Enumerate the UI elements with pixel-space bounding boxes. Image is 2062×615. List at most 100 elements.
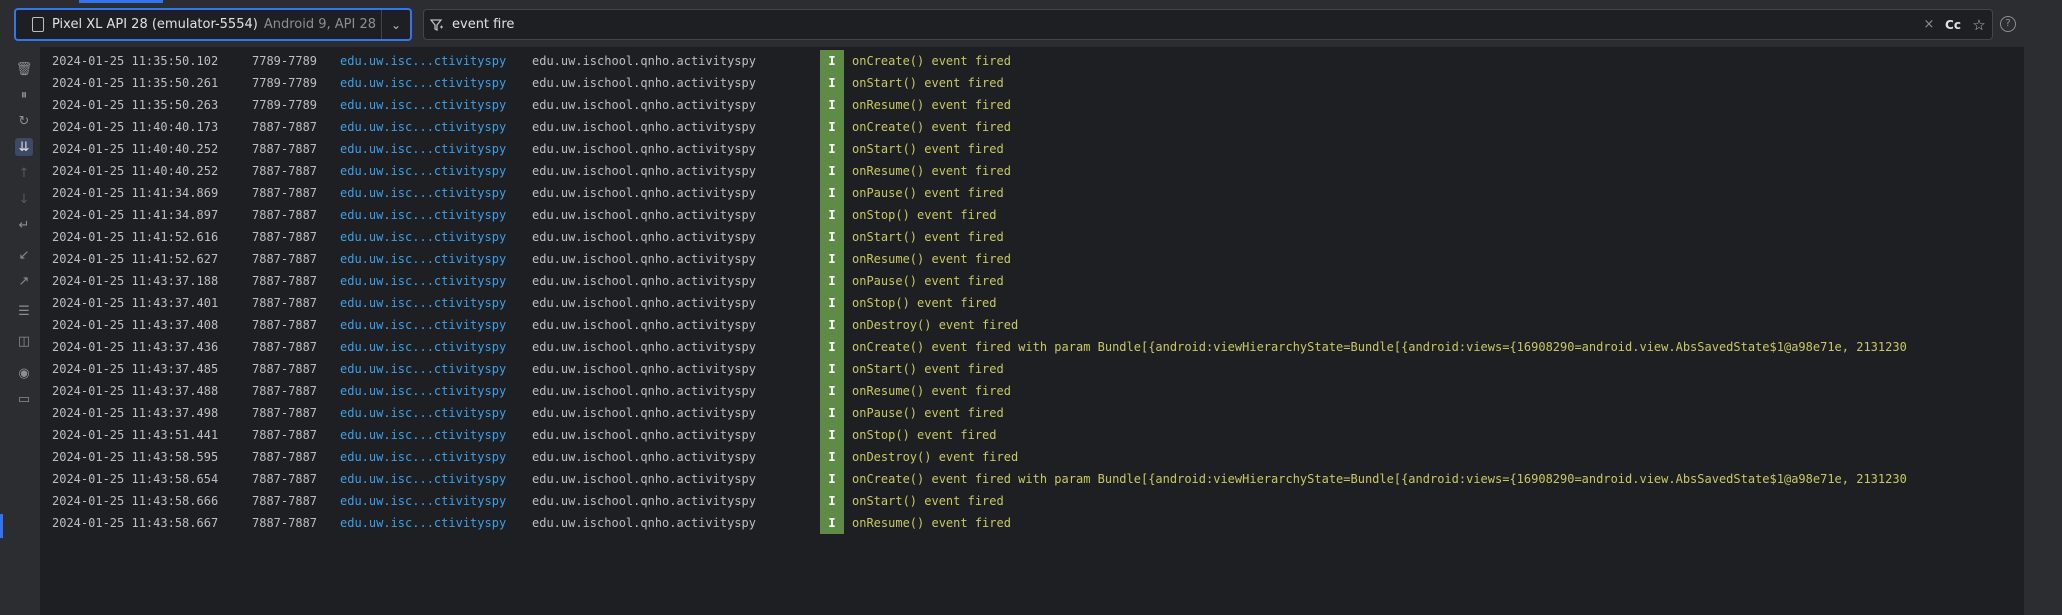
filter-query[interactable]: event fire xyxy=(452,17,1918,32)
restart-button[interactable]: ↻ xyxy=(15,112,33,130)
device-name: Pixel XL API 28 (emulator-5554) xyxy=(52,17,258,32)
split-panels-button[interactable]: ◫ xyxy=(15,332,33,350)
log-package: edu.uw.ischool.qnho.activityspy xyxy=(532,76,756,90)
log-pid: 7789-7789 xyxy=(252,98,318,112)
filter-input[interactable]: event fire × Cc ☆ xyxy=(423,9,1993,40)
log-row[interactable]: 2024-01-25 11:41:52.616 7887-7887 edu.uw.i… xyxy=(40,226,2024,248)
log-row[interactable]: 2024-01-25 11:35:50.261 7789-7789 edu.uw.i… xyxy=(40,72,2024,94)
log-row[interactable]: 2024-01-25 11:43:51.441 7887-7887 edu.uw.i… xyxy=(40,424,2024,446)
log-row[interactable]: 2024-01-25 11:43:58.667 7887-7887 edu.uw.i… xyxy=(40,512,2024,534)
log-timestamp: 2024-01-25 11:43:58.595 xyxy=(52,450,219,464)
video-icon: ▭ xyxy=(17,391,31,407)
logcat-toolbar: 🗑 ⏸ ↻ ⇊ ↑ ↓ ↵ ↙ ↗ ☰ ◫ ◉ ▭ xyxy=(8,47,41,615)
log-row[interactable]: 2024-01-25 11:43:37.485 7887-7887 edu.uw.i… xyxy=(40,358,2024,380)
chevron-down-icon[interactable]: ⌄ xyxy=(381,10,410,39)
log-row[interactable]: 2024-01-25 11:41:52.627 7887-7887 edu.uw.i… xyxy=(40,248,2024,270)
log-level-badge: I xyxy=(820,292,844,314)
log-package: edu.uw.ischool.qnho.activityspy xyxy=(532,274,756,288)
log-message: onStop() event fired xyxy=(852,208,997,222)
format-button[interactable]: ☰ xyxy=(15,302,33,320)
log-level-badge: I xyxy=(820,226,844,248)
log-tag: edu.uw.isc...ctivityspy xyxy=(340,406,507,420)
log-message: onResume() event fired xyxy=(852,252,1011,266)
log-row[interactable]: 2024-01-25 11:43:37.401 7887-7887 edu.uw.i… xyxy=(40,292,2024,314)
log-package: edu.uw.ischool.qnho.activityspy xyxy=(532,186,756,200)
export-button[interactable]: ↗ xyxy=(15,272,33,290)
log-message: onStart() event fired xyxy=(852,230,1004,244)
log-row[interactable]: 2024-01-25 11:40:40.252 7887-7887 edu.uw.i… xyxy=(40,160,2024,182)
log-row[interactable]: 2024-01-25 11:43:37.498 7887-7887 edu.uw.i… xyxy=(40,402,2024,424)
pause-icon: ⏸ xyxy=(20,87,28,103)
log-row[interactable]: 2024-01-25 11:35:50.102 7789-7789 edu.uw.i… xyxy=(40,50,2024,72)
log-tag: edu.uw.isc...ctivityspy xyxy=(340,362,507,376)
log-pid: 7887-7887 xyxy=(252,472,318,486)
screenshot-button[interactable]: ◉ xyxy=(15,364,33,382)
log-row[interactable]: 2024-01-25 11:41:34.869 7887-7887 edu.uw.i… xyxy=(40,182,2024,204)
screen-record-button[interactable]: ▭ xyxy=(15,390,33,408)
device-subtitle: Android 9, API 28 xyxy=(263,17,376,32)
previous-occurrence-button[interactable]: ↑ xyxy=(15,164,33,182)
log-row[interactable]: 2024-01-25 11:40:40.252 7887-7887 edu.uw.i… xyxy=(40,138,2024,160)
selection-marker xyxy=(0,514,3,538)
log-timestamp: 2024-01-25 11:40:40.252 xyxy=(52,142,219,156)
log-package: edu.uw.ischool.qnho.activityspy xyxy=(532,494,756,508)
log-tag: edu.uw.isc...ctivityspy xyxy=(340,76,507,90)
import-button[interactable]: ↙ xyxy=(15,246,33,264)
log-row[interactable]: 2024-01-25 11:43:37.188 7887-7887 edu.uw.i… xyxy=(40,270,2024,292)
log-message: onPause() event fired xyxy=(852,274,1004,288)
log-timestamp: 2024-01-25 11:43:37.498 xyxy=(52,406,219,420)
log-level-badge: I xyxy=(820,248,844,270)
log-timestamp: 2024-01-25 11:43:58.654 xyxy=(52,472,219,486)
log-package: edu.uw.ischool.qnho.activityspy xyxy=(532,516,756,530)
log-timestamp: 2024-01-25 11:43:51.441 xyxy=(52,428,219,442)
log-message: onStop() event fired xyxy=(852,428,997,442)
log-tag: edu.uw.isc...ctivityspy xyxy=(340,186,507,200)
log-row[interactable]: 2024-01-25 11:43:37.488 7887-7887 edu.uw.i… xyxy=(40,380,2024,402)
log-output[interactable]: 2024-01-25 11:35:50.102 7789-7789 edu.uw.i… xyxy=(40,50,2024,540)
log-row[interactable]: 2024-01-25 11:35:50.263 7789-7789 edu.uw.i… xyxy=(40,94,2024,116)
log-row[interactable]: 2024-01-25 11:40:40.173 7887-7887 edu.uw.i… xyxy=(40,116,2024,138)
log-tag: edu.uw.isc...ctivityspy xyxy=(340,120,507,134)
right-edge-strip xyxy=(2024,47,2062,615)
log-pid: 7887-7887 xyxy=(252,516,318,530)
log-timestamp: 2024-01-25 11:43:58.666 xyxy=(52,494,219,508)
log-level-badge: I xyxy=(820,402,844,424)
scroll-to-end-button[interactable]: ⇊ xyxy=(15,138,33,156)
log-level-badge: I xyxy=(820,204,844,226)
device-selector[interactable]: Pixel XL API 28 (emulator-5554) Android … xyxy=(14,8,412,41)
log-message: onResume() event fired xyxy=(852,384,1011,398)
log-row[interactable]: 2024-01-25 11:43:58.595 7887-7887 edu.uw.i… xyxy=(40,446,2024,468)
log-message: onDestroy() event fired xyxy=(852,450,1019,464)
star-icon[interactable]: ☆ xyxy=(1966,16,1992,34)
log-tag: edu.uw.isc...ctivityspy xyxy=(340,450,507,464)
log-row[interactable]: 2024-01-25 11:43:58.666 7887-7887 edu.uw.i… xyxy=(40,490,2024,512)
help-icon[interactable]: ? xyxy=(2000,16,2016,32)
log-package: edu.uw.ischool.qnho.activityspy xyxy=(532,362,756,376)
log-pid: 7887-7887 xyxy=(252,296,318,310)
close-icon[interactable]: × xyxy=(1918,17,1940,32)
camera-icon: ◉ xyxy=(18,365,30,381)
wrap-icon: ↵ xyxy=(18,217,30,233)
log-package: edu.uw.ischool.qnho.activityspy xyxy=(532,54,756,68)
log-pid: 7887-7887 xyxy=(252,384,318,398)
left-edge-bar xyxy=(0,47,8,615)
log-tag: edu.uw.isc...ctivityspy xyxy=(340,274,507,288)
match-case-toggle[interactable]: Cc xyxy=(1940,18,1966,32)
log-level-badge: I xyxy=(820,270,844,292)
log-tag: edu.uw.isc...ctivityspy xyxy=(340,296,507,310)
log-timestamp: 2024-01-25 11:35:50.261 xyxy=(52,76,219,90)
log-row[interactable]: 2024-01-25 11:43:58.654 7887-7887 edu.uw.i… xyxy=(40,468,2024,490)
log-package: edu.uw.ischool.qnho.activityspy xyxy=(532,142,756,156)
log-row[interactable]: 2024-01-25 11:43:37.436 7887-7887 edu.uw.i… xyxy=(40,336,2024,358)
log-level-badge: I xyxy=(820,468,844,490)
log-level-badge: I xyxy=(820,424,844,446)
log-row[interactable]: 2024-01-25 11:43:37.408 7887-7887 edu.uw.i… xyxy=(40,314,2024,336)
log-level-badge: I xyxy=(820,50,844,72)
clear-logcat-button[interactable]: 🗑 xyxy=(15,60,33,78)
log-package: edu.uw.ischool.qnho.activityspy xyxy=(532,450,756,464)
soft-wrap-button[interactable]: ↵ xyxy=(15,216,33,234)
log-row[interactable]: 2024-01-25 11:41:34.897 7887-7887 edu.uw.i… xyxy=(40,204,2024,226)
next-occurrence-button[interactable]: ↓ xyxy=(15,190,33,208)
pause-button[interactable]: ⏸ xyxy=(15,86,33,104)
log-level-badge: I xyxy=(820,336,844,358)
